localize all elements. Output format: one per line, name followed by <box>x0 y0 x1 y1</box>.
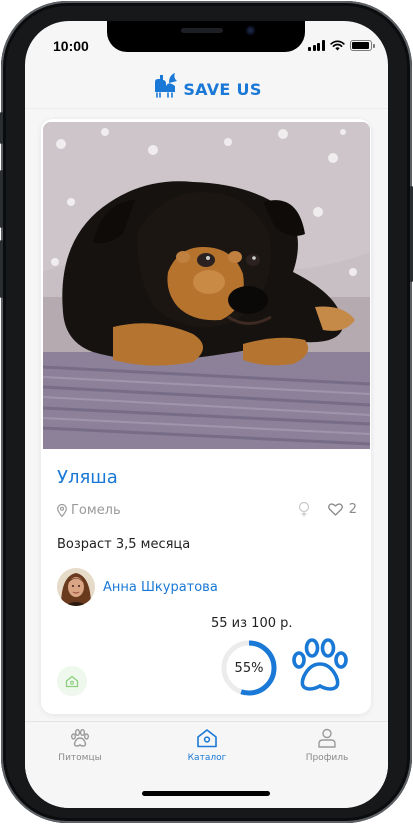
location-pin-icon <box>57 504 67 517</box>
pet-card[interactable]: Уляша Гомель 2 Возраст 3,5 месяца Анна Ш… <box>41 119 371 714</box>
donation-percent: 55% <box>234 660 264 676</box>
donation-progress-ring: 55% <box>220 639 278 697</box>
card-actions: 2 <box>298 501 357 517</box>
paw-icon <box>292 638 348 691</box>
heart-icon[interactable] <box>327 502 343 516</box>
logo-icon <box>155 73 178 98</box>
screen: 10:00 SAVE US Уляша Гомель 2 Возраст 3,5… <box>25 21 388 808</box>
app-header: SAVE US <box>25 61 388 109</box>
notch <box>107 21 305 52</box>
owner-name[interactable]: Анна Шкуратова <box>103 580 218 595</box>
status-icons <box>308 40 375 51</box>
cell-signal-icon <box>308 40 325 51</box>
pet-location: Гомель <box>57 503 121 518</box>
tab-catalog-label: Каталог <box>187 753 227 763</box>
pet-age: Возраст 3,5 месяца <box>57 537 191 552</box>
tab-pets[interactable]: Питомцы <box>40 728 120 763</box>
front-camera <box>246 26 255 35</box>
female-gender-icon <box>298 501 309 517</box>
donation-progress-text: 55 из 100 р. <box>211 616 293 631</box>
pet-photo[interactable] <box>43 122 370 449</box>
avatar[interactable] <box>57 568 95 606</box>
location-text: Гомель <box>71 503 121 518</box>
header-divider <box>25 108 388 109</box>
house-icon <box>65 675 79 687</box>
paw-icon <box>71 729 89 747</box>
shelter-home-button[interactable] <box>57 666 87 696</box>
tab-profile[interactable]: Профиль <box>287 728 367 763</box>
pet-name[interactable]: Уляша <box>57 467 118 488</box>
home-indicator <box>142 791 270 796</box>
logo-text: SAVE US <box>183 79 262 99</box>
donate-paw-button[interactable] <box>291 636 349 694</box>
user-icon <box>318 728 336 748</box>
mute-switch <box>0 112 3 144</box>
tab-pets-label: Питомцы <box>58 753 102 763</box>
tab-catalog[interactable]: Каталог <box>167 728 247 763</box>
speaker-grille <box>181 28 223 33</box>
house-icon <box>197 729 217 748</box>
likes-count: 2 <box>348 501 357 517</box>
owner-row[interactable]: Анна Шкуратова <box>57 568 218 606</box>
battery-icon <box>349 40 375 51</box>
wifi-icon <box>329 40 345 51</box>
tab-profile-label: Профиль <box>305 753 349 763</box>
status-time: 10:00 <box>53 38 89 54</box>
volume-down-button <box>0 240 3 298</box>
volume-up-button <box>0 170 3 228</box>
